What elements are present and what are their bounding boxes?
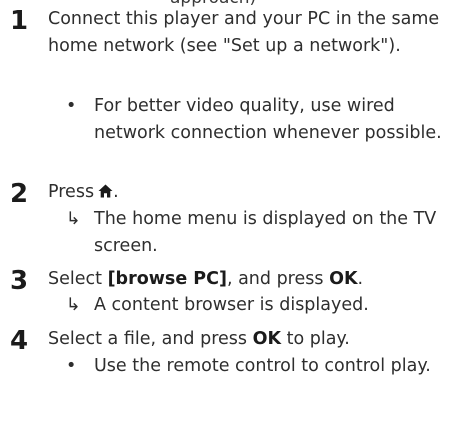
step-2-text-lead: Press <box>48 182 95 202</box>
ok-key: OK <box>252 329 282 349</box>
step-3-text-middle: , and press <box>226 269 330 289</box>
step-4-text: Select a file, and press OK to play. <box>48 326 458 353</box>
step-4-number: 4 <box>10 326 29 356</box>
step-1-text: Connect this player and your PC in the s… <box>48 9 440 56</box>
step-3-number: 3 <box>10 266 29 296</box>
home-icon <box>98 184 113 198</box>
step-1-number: 1 <box>10 6 29 36</box>
step-4-bullet-text: Use the remote control to control play. <box>94 356 431 376</box>
step-3-text-lead: Select <box>48 269 108 289</box>
bullet-marker: • <box>66 96 77 116</box>
step-4-text-lead: Select a file, and press <box>48 329 253 349</box>
step-3-result-text: A content browser is displayed. <box>94 295 369 315</box>
step-3-text-tail: . <box>357 269 364 289</box>
step-2-text-tail: . <box>113 182 119 202</box>
ok-key: OK <box>329 269 358 289</box>
result-arrow-icon: ↳ <box>66 295 81 315</box>
browse-pc-option: [browse PC] <box>107 269 227 289</box>
step-4-text-tail: to play. <box>281 329 350 349</box>
step-2-text: Press. <box>48 179 458 206</box>
step-3-text: Select [browse PC], and press OK. <box>48 266 458 293</box>
step-2-number: 2 <box>10 179 29 209</box>
step-1-bullet-text: For better video quality, use wired netw… <box>94 96 442 143</box>
step-2-result-text: The home menu is displayed on the TV scr… <box>94 209 437 256</box>
instruction-page: approach) 1 Connect this player and your… <box>0 0 464 429</box>
bullet-marker: • <box>66 356 77 376</box>
result-arrow-icon: ↳ <box>66 209 81 229</box>
